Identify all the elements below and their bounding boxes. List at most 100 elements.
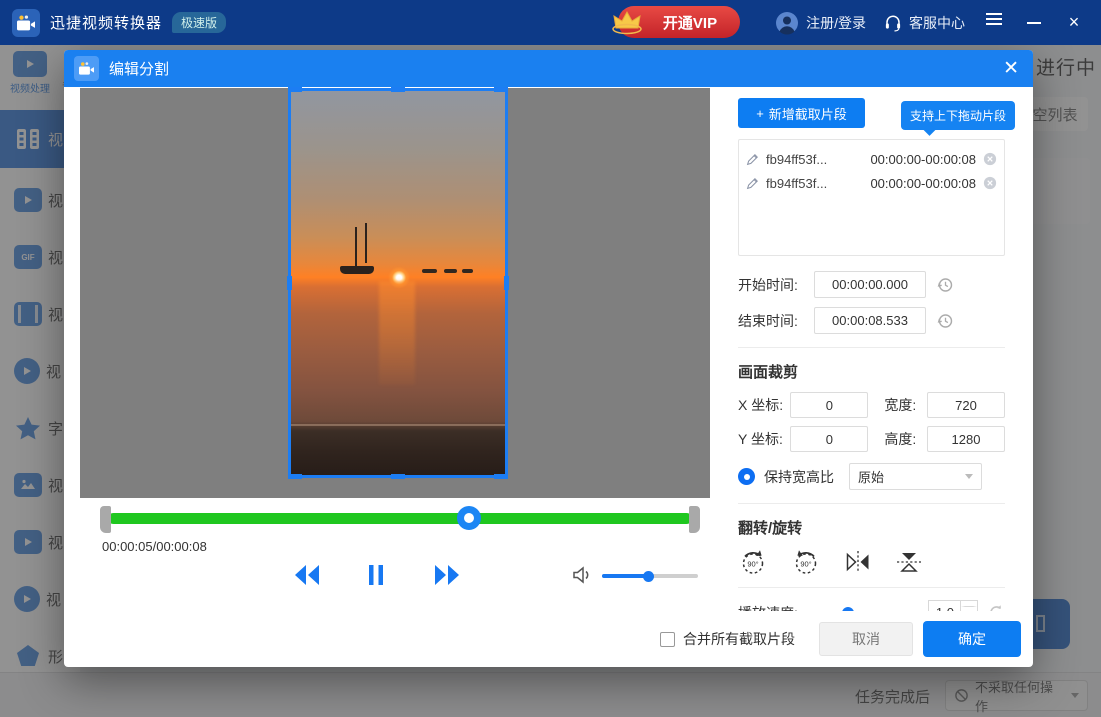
- crop-handle[interactable]: [391, 87, 405, 92]
- trim-end-handle[interactable]: [689, 506, 700, 533]
- crown-icon: [610, 8, 644, 36]
- menu-button[interactable]: [983, 0, 1005, 45]
- sun-reflection: [379, 281, 415, 385]
- plus-icon: +: [756, 106, 764, 121]
- rotate-ccw-button[interactable]: 90°: [791, 547, 821, 577]
- trim-bar: [100, 505, 700, 535]
- app-logo-icon: [12, 9, 40, 37]
- right-panel: + 新增截取片段 支持上下拖动片段 fb94ff53f... 00:00:00-…: [738, 87, 1033, 611]
- playhead[interactable]: [457, 506, 481, 530]
- clip-row[interactable]: fb94ff53f... 00:00:00-00:00:08: [746, 171, 997, 195]
- crop-y-label: Y 坐标:: [738, 429, 790, 449]
- titlebar: 迅捷视频转换器 极速版 开通VIP 注册/登录 客服中心 ×: [0, 0, 1101, 45]
- boat-mast: [355, 227, 357, 267]
- hamburger-icon: [986, 10, 1002, 28]
- keep-aspect-radio[interactable]: [738, 468, 755, 485]
- svg-text:90°: 90°: [747, 560, 758, 569]
- edit-pencil-icon[interactable]: [746, 153, 759, 166]
- keep-aspect-label: 保持宽高比: [764, 467, 834, 487]
- camera-icon: [74, 56, 99, 81]
- vip-button[interactable]: 开通VIP: [618, 6, 740, 38]
- merge-clips-checkbox[interactable]: [660, 632, 675, 647]
- speed-label: 播放速度:: [738, 603, 812, 612]
- crop-width-input[interactable]: [927, 392, 1005, 418]
- video-preview[interactable]: [288, 88, 508, 478]
- app-title: 迅捷视频转换器: [50, 12, 162, 33]
- dialog-header: 编辑分割 ✕: [64, 50, 1033, 87]
- reset-start-time-icon[interactable]: [936, 276, 954, 294]
- minimize-button[interactable]: [1023, 0, 1045, 45]
- end-time-input[interactable]: [814, 307, 926, 334]
- flip-vertical-button[interactable]: [895, 549, 923, 575]
- clip-list: fb94ff53f... 00:00:00-00:00:08 fb94ff53f…: [738, 139, 1005, 256]
- volume-knob[interactable]: [643, 571, 654, 582]
- fast-forward-button[interactable]: [432, 563, 462, 592]
- speed-stepper: [961, 600, 978, 611]
- crop-handle[interactable]: [287, 276, 292, 290]
- crop-x-input[interactable]: [790, 392, 868, 418]
- add-segment-button[interactable]: + 新增截取片段: [738, 98, 865, 128]
- drag-hint-tooltip: 支持上下拖动片段: [901, 101, 1015, 130]
- end-time-label: 结束时间:: [738, 311, 814, 331]
- playback-controls: [64, 561, 738, 593]
- dialog-footer: 合并所有截取片段 取消 确定: [64, 611, 1033, 667]
- trim-start-handle[interactable]: [100, 506, 111, 533]
- speed-slider[interactable]: [812, 611, 917, 612]
- support-button[interactable]: 客服中心: [884, 13, 965, 33]
- avatar-icon: [775, 11, 799, 35]
- crop-handle[interactable]: [288, 474, 302, 479]
- volume-slider[interactable]: [602, 574, 698, 578]
- close-window-button[interactable]: ×: [1063, 0, 1085, 45]
- clip-row[interactable]: fb94ff53f... 00:00:00-00:00:08: [746, 147, 997, 171]
- clip-range: 00:00:00-00:00:08: [870, 152, 976, 167]
- close-icon[interactable]: ✕: [1003, 59, 1019, 78]
- crop-section-title: 画面裁剪: [738, 361, 1005, 382]
- crop-handle[interactable]: [494, 474, 508, 479]
- crop-width-label: 宽度:: [884, 395, 927, 415]
- divider: [738, 587, 1005, 588]
- volume-icon[interactable]: [572, 566, 594, 589]
- rewind-button[interactable]: [292, 563, 322, 592]
- flip-horizontal-button[interactable]: [844, 549, 872, 575]
- preview-viewport: [80, 88, 710, 498]
- crop-y-input[interactable]: [790, 426, 868, 452]
- crop-height-label: 高度:: [884, 429, 927, 449]
- pause-button[interactable]: [367, 563, 385, 592]
- crop-handle[interactable]: [391, 474, 405, 479]
- minimize-icon: [1027, 22, 1041, 24]
- crop-handle[interactable]: [288, 87, 302, 92]
- boat-silhouette: [340, 266, 374, 274]
- start-time-input[interactable]: [814, 271, 926, 298]
- transform-section-title: 翻转/旋转: [738, 517, 1005, 538]
- start-time-label: 开始时间:: [738, 275, 814, 295]
- crop-handle[interactable]: [494, 87, 508, 92]
- crop-height-input[interactable]: [927, 426, 1005, 452]
- clip-name: fb94ff53f...: [766, 176, 863, 191]
- reset-speed-icon[interactable]: [988, 604, 1005, 611]
- clip-range: 00:00:00-00:00:08: [870, 176, 976, 191]
- rotate-cw-button[interactable]: 90°: [738, 547, 768, 577]
- edit-split-dialog: 编辑分割 ✕: [64, 50, 1033, 667]
- timeline-track[interactable]: [108, 513, 692, 524]
- edition-badge: 极速版: [172, 12, 226, 33]
- divider: [738, 503, 1005, 504]
- dialog-title: 编辑分割: [109, 58, 1003, 79]
- delete-clip-icon[interactable]: [983, 176, 997, 190]
- speed-up-button[interactable]: [961, 601, 977, 611]
- login-button[interactable]: 注册/登录: [775, 11, 866, 35]
- delete-clip-icon[interactable]: [983, 152, 997, 166]
- reset-end-time-icon[interactable]: [936, 312, 954, 330]
- svg-text:90°: 90°: [800, 560, 811, 569]
- aspect-ratio-select[interactable]: 原始: [849, 463, 982, 490]
- crop-x-label: X 坐标:: [738, 395, 790, 415]
- speed-knob[interactable]: [842, 607, 854, 612]
- edit-pencil-icon[interactable]: [746, 177, 759, 190]
- boat-mast: [365, 223, 367, 263]
- crop-handle[interactable]: [504, 276, 509, 290]
- headset-icon: [884, 14, 902, 32]
- cancel-button[interactable]: 取消: [819, 622, 913, 656]
- chevron-down-icon: [965, 474, 973, 479]
- time-display: 00:00:05/00:00:08: [102, 539, 207, 554]
- speed-value: 1.0: [928, 600, 961, 611]
- ok-button[interactable]: 确定: [923, 621, 1021, 657]
